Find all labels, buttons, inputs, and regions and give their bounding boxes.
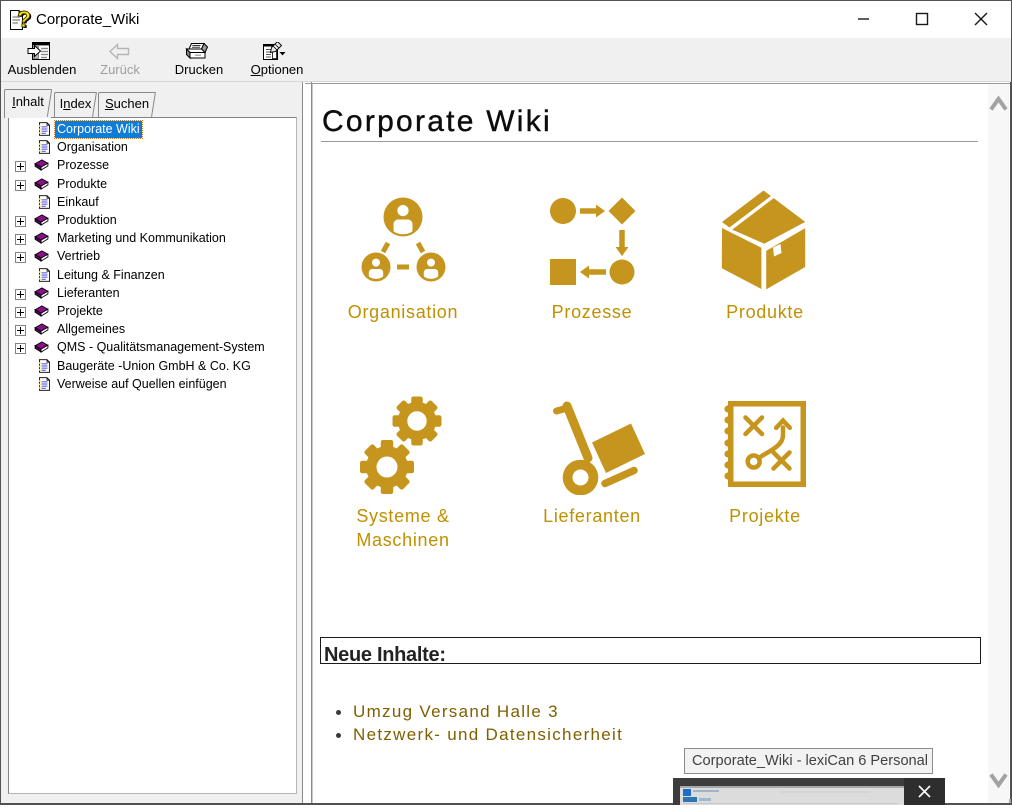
svg-text:?: ? [17,8,31,32]
